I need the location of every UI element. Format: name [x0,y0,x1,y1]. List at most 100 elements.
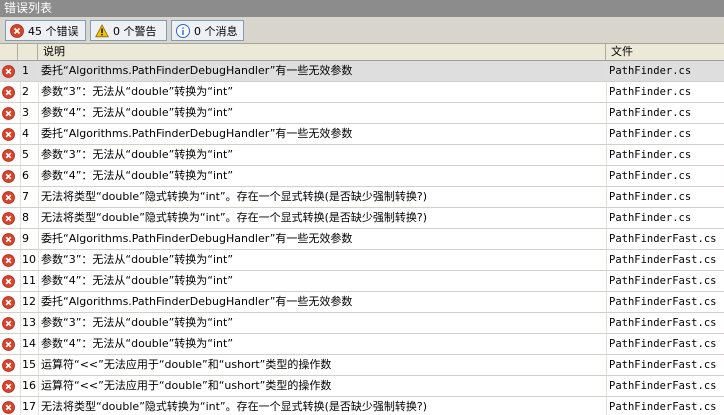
column-header-number[interactable] [18,44,38,60]
error-number: 14 [20,334,38,354]
column-header-row: 说明 文件 [0,44,724,61]
error-file: PathFinder.cs [606,145,724,165]
error-row[interactable]: 16 运算符“<<”无法应用于“double”和“ushort”类型的操作数 P… [0,376,724,397]
error-description: 参数“4”：无法从“double”转换为“int” [38,334,606,354]
error-icon-cell [2,355,16,375]
error-row[interactable]: 5 参数“3”：无法从“double”转换为“int” PathFinder.c… [0,145,724,166]
error-number: 2 [20,82,38,102]
error-description: 参数“4”：无法从“double”转换为“int” [38,103,606,123]
error-file: PathFinderFast.cs [606,376,724,396]
error-icon-cell [2,82,16,102]
error-icon [2,295,15,309]
error-file: PathFinderFast.cs [606,355,724,375]
error-description: 委托“Algorithms.PathFinderDebugHandler”有一些… [38,229,606,249]
error-number: 12 [20,292,38,312]
error-icon [2,148,15,162]
error-file: PathFinderFast.cs [606,250,724,270]
error-description: 参数“3”：无法从“double”转换为“int” [38,313,606,333]
error-row[interactable]: 13 参数“3”：无法从“double”转换为“int” PathFinderF… [0,313,724,334]
error-icon-cell [2,187,16,207]
error-icon [2,379,15,393]
error-row[interactable]: 15 运算符“<<”无法应用于“double”和“ushort”类型的操作数 P… [0,355,724,376]
error-row[interactable]: 14 参数“4”：无法从“double”转换为“int” PathFinderF… [0,334,724,355]
error-description: 参数“4”：无法从“double”转换为“int” [38,271,606,291]
error-row[interactable]: 17 无法将类型“double”隐式转换为“int”。存在一个显式转换(是否缺少… [0,397,724,415]
error-icon-cell [2,250,16,270]
error-description: 参数“3”：无法从“double”转换为“int” [38,250,606,270]
error-number: 5 [20,145,38,165]
error-icon-cell [2,166,16,186]
error-row[interactable]: 9 委托“Algorithms.PathFinderDebugHandler”有… [0,229,724,250]
error-file: PathFinderFast.cs [606,334,724,354]
column-header-icon[interactable] [0,44,18,60]
error-file: PathFinder.cs [606,61,724,81]
error-file: PathFinderFast.cs [606,229,724,249]
warnings-filter-label: 0 个警告 [113,24,157,38]
error-description: 参数“3”：无法从“double”转换为“int” [38,145,606,165]
error-row[interactable]: 3 参数“4”：无法从“double”转换为“int” PathFinder.c… [0,103,724,124]
error-row[interactable]: 8 无法将类型“double”隐式转换为“int”。存在一个显式转换(是否缺少强… [0,208,724,229]
error-icon-cell [2,61,16,81]
error-file: PathFinder.cs [606,124,724,144]
error-icon [2,64,15,78]
error-file: PathFinder.cs [606,187,724,207]
error-description: 运算符“<<”无法应用于“double”和“ushort”类型的操作数 [38,355,606,375]
error-number: 3 [20,103,38,123]
toolbar: 45 个错误 0 个警告 0 个消息 [0,17,724,44]
error-file: PathFinder.cs [606,166,724,186]
error-number: 15 [20,355,38,375]
error-icon [2,190,15,204]
error-row[interactable]: 7 无法将类型“double”隐式转换为“int”。存在一个显式转换(是否缺少强… [0,187,724,208]
error-row[interactable]: 6 参数“4”：无法从“double”转换为“int” PathFinder.c… [0,166,724,187]
error-number: 11 [20,271,38,291]
error-row[interactable]: 4 委托“Algorithms.PathFinderDebugHandler”有… [0,124,724,145]
error-number: 7 [20,187,38,207]
error-number: 9 [20,229,38,249]
error-description: 委托“Algorithms.PathFinderDebugHandler”有一些… [38,124,606,144]
error-icon-cell [2,334,16,354]
error-icon [2,211,15,225]
errors-filter-label: 45 个错误 [28,24,79,38]
error-icon-cell [2,124,16,144]
error-description: 无法将类型“double”隐式转换为“int”。存在一个显式转换(是否缺少强制转… [38,187,606,207]
error-icon-cell [2,292,16,312]
messages-filter-button[interactable]: 0 个消息 [171,20,244,41]
error-row[interactable]: 1 委托“Algorithms.PathFinderDebugHandler”有… [0,61,724,82]
error-icon-cell [2,271,16,291]
error-description: 委托“Algorithms.PathFinderDebugHandler”有一些… [38,292,606,312]
error-icon [2,169,15,183]
error-icon [10,23,24,38]
error-number: 6 [20,166,38,186]
error-file: PathFinderFast.cs [606,271,724,291]
error-row[interactable]: 12 委托“Algorithms.PathFinderDebugHandler”… [0,292,724,313]
error-file: PathFinderFast.cs [606,397,724,415]
error-icon-cell [2,208,16,228]
column-header-description[interactable]: 说明 [38,44,606,60]
error-icon [2,253,15,267]
error-icon-cell [2,145,16,165]
error-number: 16 [20,376,38,396]
warnings-filter-button[interactable]: 0 个警告 [90,20,167,41]
column-header-file[interactable]: 文件 [606,44,724,60]
error-icon-cell [2,376,16,396]
error-file: PathFinder.cs [606,82,724,102]
warning-icon [95,23,109,37]
error-number: 8 [20,208,38,228]
error-number: 4 [20,124,38,144]
error-icon-cell [2,397,16,415]
error-row[interactable]: 2 参数“3”：无法从“double”转换为“int” PathFinder.c… [0,82,724,103]
error-icon-cell [2,103,16,123]
error-icon [2,127,15,141]
error-description: 无法将类型“double”隐式转换为“int”。存在一个显式转换(是否缺少强制转… [38,397,606,415]
error-file: PathFinder.cs [606,208,724,228]
error-icon [2,85,15,99]
error-row[interactable]: 11 参数“4”：无法从“double”转换为“int” PathFinderF… [0,271,724,292]
error-row[interactable]: 10 参数“3”：无法从“double”转换为“int” PathFinderF… [0,250,724,271]
errors-filter-button[interactable]: 45 个错误 [5,20,86,41]
error-description: 运算符“<<”无法应用于“double”和“ushort”类型的操作数 [38,376,606,396]
messages-filter-label: 0 个消息 [194,24,238,38]
error-icon [2,400,15,414]
error-icon [2,274,15,288]
error-icon [2,316,15,330]
error-number: 10 [20,250,38,270]
